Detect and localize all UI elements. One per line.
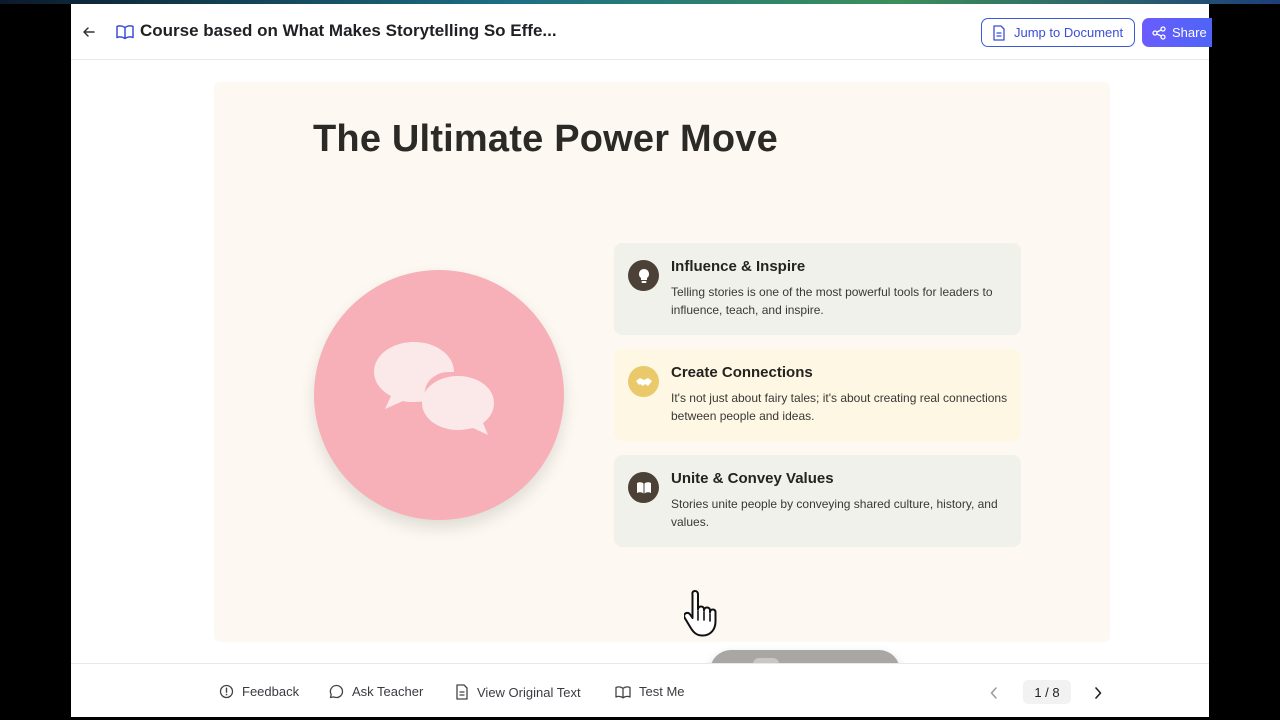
feedback-label: Feedback xyxy=(242,684,300,699)
document-icon xyxy=(993,24,1005,41)
chat-bubbles-icon xyxy=(374,342,497,435)
ask-teacher-button[interactable]: Ask Teacher xyxy=(329,684,423,699)
share-button[interactable]: Share xyxy=(1142,18,1212,47)
view-original-text-label: View Original Text xyxy=(477,684,581,700)
jump-to-document-label: Jump to Document xyxy=(1014,25,1124,40)
alert-circle-icon xyxy=(219,684,234,699)
card-text: Telling stories is one of the most power… xyxy=(671,285,993,317)
share-label: Share xyxy=(1172,25,1207,40)
handshake-icon xyxy=(635,377,652,386)
header: Course based on What Makes Storytelling … xyxy=(71,4,1212,60)
previous-page-button[interactable] xyxy=(985,684,1003,702)
ask-teacher-label: Ask Teacher xyxy=(352,684,424,699)
handshake-icon-wrap xyxy=(628,366,659,397)
footer-toolbar: Feedback Ask Teacher View Original Text … xyxy=(71,663,1209,717)
card-unite-convey-values: Unite & Convey Values Stories unite peop… xyxy=(614,455,1021,547)
page-indicator: 1 / 8 xyxy=(1023,680,1071,704)
chevron-left-icon xyxy=(990,687,997,699)
next-page-button[interactable] xyxy=(1089,684,1107,702)
arrow-left-icon xyxy=(83,27,95,37)
share-icon xyxy=(1152,25,1166,40)
chevron-right-icon xyxy=(1095,687,1102,699)
slide: The Ultimate Power Move Influence & Insp… xyxy=(214,82,1110,692)
card-title: Influence & Inspire xyxy=(671,258,806,275)
test-me-button[interactable]: Test Me xyxy=(615,684,685,699)
card-text: Stories unite people by conveying shared… xyxy=(671,497,998,529)
lightbulb-icon-wrap xyxy=(628,260,659,291)
open-book-icon xyxy=(636,482,651,494)
jump-to-document-button[interactable]: Jump to Document xyxy=(981,18,1135,47)
document-title: Course based on What Makes Storytelling … xyxy=(140,21,557,40)
book-open-icon xyxy=(615,685,631,698)
card-create-connections: Create Connections It's not just about f… xyxy=(614,349,1021,441)
back-button[interactable] xyxy=(77,20,101,44)
file-text-icon xyxy=(456,684,468,700)
open-book-icon-wrap xyxy=(628,472,659,503)
feedback-button[interactable]: Feedback xyxy=(219,684,299,699)
chat-bubble-icon xyxy=(329,684,344,699)
test-me-label: Test Me xyxy=(639,684,685,699)
illustration-circle xyxy=(314,270,564,520)
card-title: Unite & Convey Values xyxy=(671,470,834,487)
card-text: It's not just about fairy tales; it's ab… xyxy=(671,391,1008,423)
view-original-text-button[interactable]: View Original Text xyxy=(455,684,581,700)
card-title: Create Connections xyxy=(671,364,813,381)
slide-title: The Ultimate Power Move xyxy=(313,118,778,160)
app-window: Course based on What Makes Storytelling … xyxy=(71,4,1212,717)
card-influence-inspire: Influence & Inspire Telling stories is o… xyxy=(614,243,1021,335)
book-icon xyxy=(116,25,134,40)
hand-pointer-cursor-icon xyxy=(684,590,717,637)
lightbulb-icon xyxy=(638,268,649,283)
